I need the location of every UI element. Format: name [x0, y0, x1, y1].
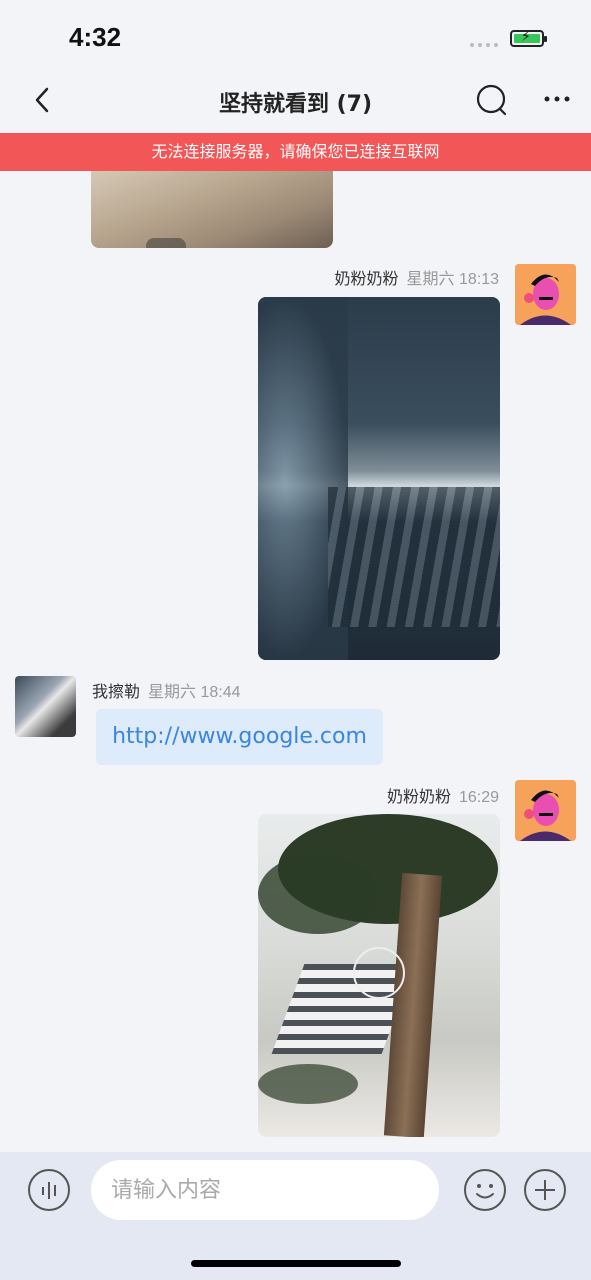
message-meta: 我擦勒 星期六 18:44	[92, 678, 241, 702]
message-time: 16:29	[458, 789, 499, 806]
image-message[interactable]	[258, 297, 500, 660]
message-time: 星期六 18:13	[406, 271, 500, 288]
plus-icon[interactable]	[523, 1168, 567, 1212]
search-icon[interactable]	[474, 82, 510, 118]
voice-icon[interactable]	[27, 1168, 71, 1212]
connection-error-banner: 无法连接服务器，请确保您已连接互联网	[0, 133, 591, 171]
sender-name: 我擦勒	[92, 682, 141, 701]
avatar[interactable]	[15, 676, 76, 737]
sender-name: 奶粉奶粉	[386, 787, 451, 806]
message-meta: 奶粉奶粉 星期六 18:13	[334, 265, 499, 289]
user-avatar-icon	[515, 780, 576, 841]
battery-icon: ⚡	[510, 29, 547, 47]
image-message-partial[interactable]	[91, 171, 333, 248]
status-bar: 4:32 ⚡	[0, 0, 591, 70]
more-icon[interactable]	[540, 84, 574, 114]
message-time: 星期六 18:44	[148, 684, 241, 701]
message-meta: 奶粉奶粉 16:29	[387, 783, 499, 807]
home-indicator	[191, 1260, 401, 1267]
link-message[interactable]: http://www.google.com	[96, 709, 383, 765]
avatar[interactable]	[515, 780, 576, 841]
play-icon[interactable]	[353, 947, 405, 999]
composer-bar	[0, 1152, 591, 1280]
message-input-wrapper	[91, 1160, 439, 1220]
avatar[interactable]	[515, 264, 576, 325]
message-input[interactable]	[91, 1160, 439, 1220]
user-avatar-icon	[515, 264, 576, 325]
emoji-icon[interactable]	[463, 1168, 507, 1212]
sender-name: 奶粉奶粉	[334, 269, 399, 288]
status-time: 4:32	[69, 22, 122, 52]
nav-bar: 坚持就看到 (7)	[0, 70, 591, 133]
signal-icon	[470, 43, 498, 47]
video-message[interactable]	[258, 814, 500, 1137]
